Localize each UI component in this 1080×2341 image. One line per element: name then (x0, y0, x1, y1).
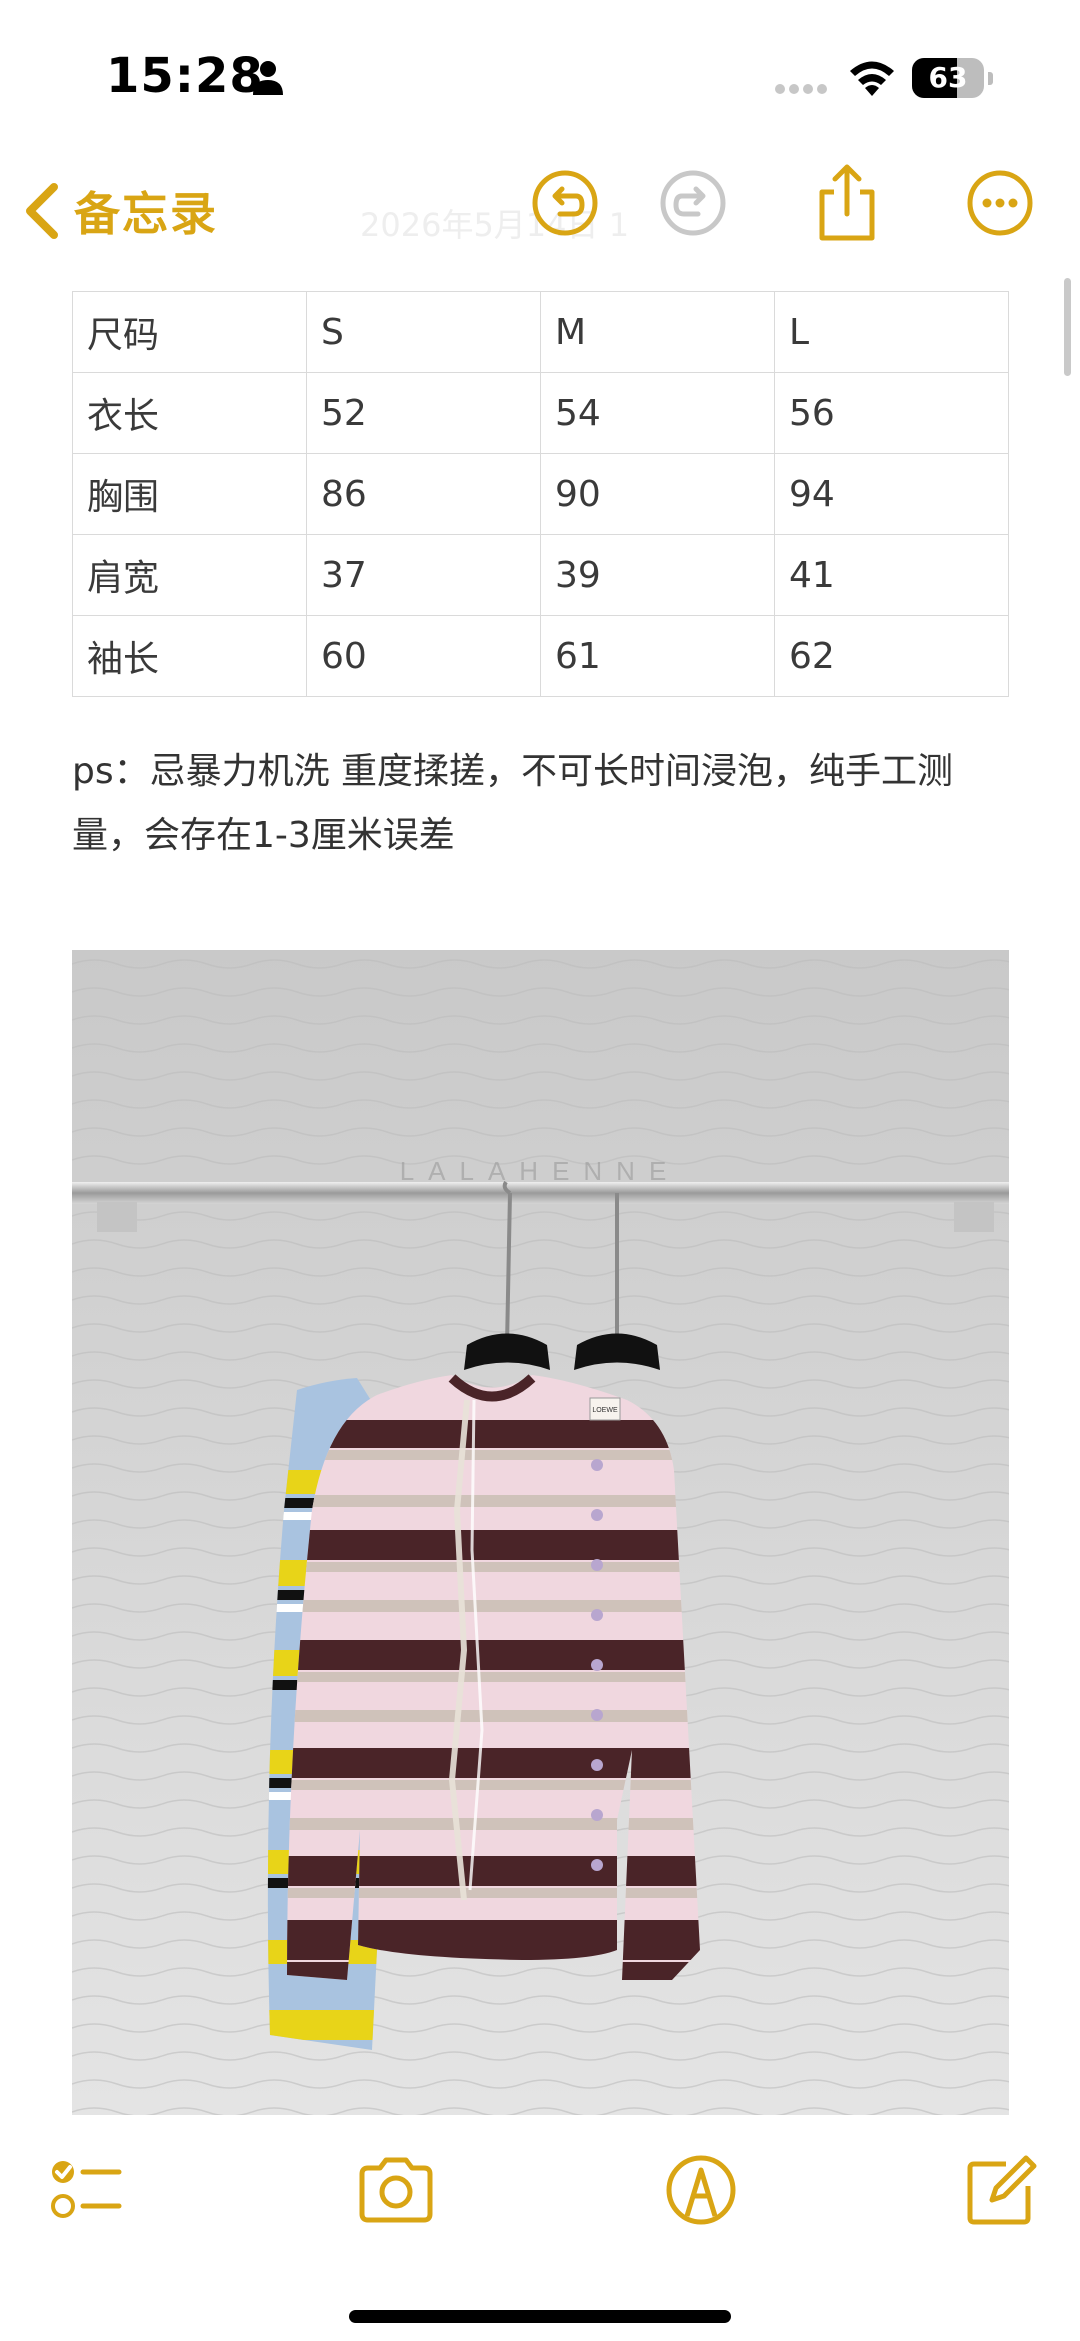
battery-indicator: 63 (912, 58, 993, 98)
camera-icon[interactable] (356, 2150, 436, 2230)
table-cell: 94 (773, 453, 1010, 535)
bottom-toolbar (0, 2118, 1080, 2278)
share-button[interactable] (812, 162, 882, 242)
home-indicator[interactable] (349, 2310, 731, 2323)
redo-button[interactable] (658, 168, 728, 238)
wifi-icon (850, 61, 894, 96)
status-bar: 15:28 63 (0, 0, 1080, 150)
size-table: 尺码 S M L 衣长 52 54 56 胸围 86 90 94 肩宽 37 3… (72, 291, 1010, 697)
checklist-icon[interactable] (47, 2150, 127, 2230)
table-cell: 37 (305, 534, 541, 616)
table-cell: M (539, 291, 775, 373)
status-time: 15:28 (106, 48, 264, 104)
note-text[interactable]: ps：忌暴力机洗 重度揉搓，不可长时间浸泡，纯手工测量，会存在1-3厘米误差 (72, 740, 1012, 868)
table-cell: 86 (305, 453, 541, 535)
product-photo[interactable]: LALAHENNE LOEWE (72, 950, 1009, 2115)
table-cell: 52 (305, 372, 541, 454)
table-cell: 60 (305, 615, 541, 697)
table-cell: 袖长 (72, 615, 307, 697)
table-cell: 62 (773, 615, 1010, 697)
battery-percent: 63 (928, 61, 968, 94)
table-cell: L (773, 291, 1010, 373)
back-label: 备忘录 (74, 187, 218, 241)
compose-icon[interactable] (962, 2150, 1042, 2230)
table-row: 衣长 52 54 56 (72, 372, 1010, 454)
table-cell: 肩宽 (72, 534, 307, 616)
table-cell: 胸围 (72, 453, 307, 535)
table-cell: 39 (539, 534, 775, 616)
table-row: 袖长 60 61 62 (72, 615, 1010, 697)
cellular-signal-icon (775, 84, 827, 94)
table-cell: 54 (539, 372, 775, 454)
cardigan-illustration: LALAHENNE LOEWE (72, 950, 1009, 2115)
table-cell: 90 (539, 453, 775, 535)
more-options-button[interactable] (965, 168, 1035, 238)
person-icon (253, 61, 283, 95)
table-row: 胸围 86 90 94 (72, 453, 1010, 535)
photo-watermark: LALAHENNE (400, 1156, 681, 1186)
cardigan-label-tag: LOEWE (592, 1407, 618, 1414)
table-cell: 衣长 (72, 372, 307, 454)
table-cell: 41 (773, 534, 1010, 616)
table-header-row: 尺码 S M L (72, 291, 1010, 373)
table-cell: 61 (539, 615, 775, 697)
undo-button[interactable] (530, 168, 600, 238)
chevron-left-icon (26, 183, 58, 239)
table-row: 肩宽 37 39 41 (72, 534, 1010, 616)
table-cell: S (305, 291, 541, 373)
markup-icon[interactable] (661, 2150, 741, 2230)
table-cell: 尺码 (72, 291, 307, 373)
scroll-indicator[interactable] (1064, 278, 1071, 376)
back-button[interactable]: 备忘录 (22, 178, 218, 244)
table-cell: 56 (773, 372, 1010, 454)
